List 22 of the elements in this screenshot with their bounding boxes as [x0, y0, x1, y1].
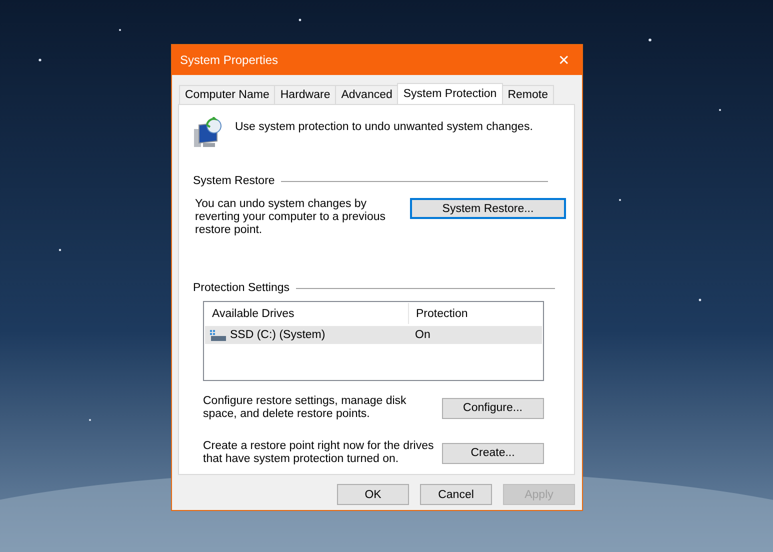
system-restore-button[interactable]: System Restore...	[410, 198, 566, 219]
dialog-button[interactable]: OK	[337, 484, 409, 505]
drive-icon	[210, 329, 226, 341]
table-cell: SSD (C:) (System)	[230, 329, 326, 341]
description-text: Create a restore point right now for the drives that have system protection turned on.	[203, 440, 435, 466]
action-button[interactable]: Configure...	[442, 398, 544, 418]
computer-restore-icon	[193, 117, 223, 149]
description-text: You can undo system changes by reverting your computer to a previous restore point.	[195, 198, 386, 237]
column-header[interactable]: Available Drives	[205, 303, 409, 324]
column-header[interactable]: Protection	[409, 303, 468, 324]
tab[interactable]: Computer Name	[179, 85, 276, 104]
drive-row[interactable]: SSD (C:) (System) On	[205, 326, 542, 344]
table-cell-text: On	[414, 329, 430, 341]
intro-text: Use system protection to undo unwanted system changes.	[235, 121, 533, 133]
tab[interactable]: System Protection	[397, 83, 503, 104]
window-title: System Properties	[180, 53, 278, 67]
group-heading: Protection Settings	[193, 282, 290, 294]
action-button[interactable]: Create...	[442, 442, 544, 464]
description-text: Configure restore settings, manage disk space, and delete restore points.	[203, 395, 408, 421]
group-heading: System Restore	[193, 175, 275, 187]
dialog-button[interactable]: Cancel	[420, 484, 492, 505]
tab[interactable]: Remote	[502, 85, 554, 104]
